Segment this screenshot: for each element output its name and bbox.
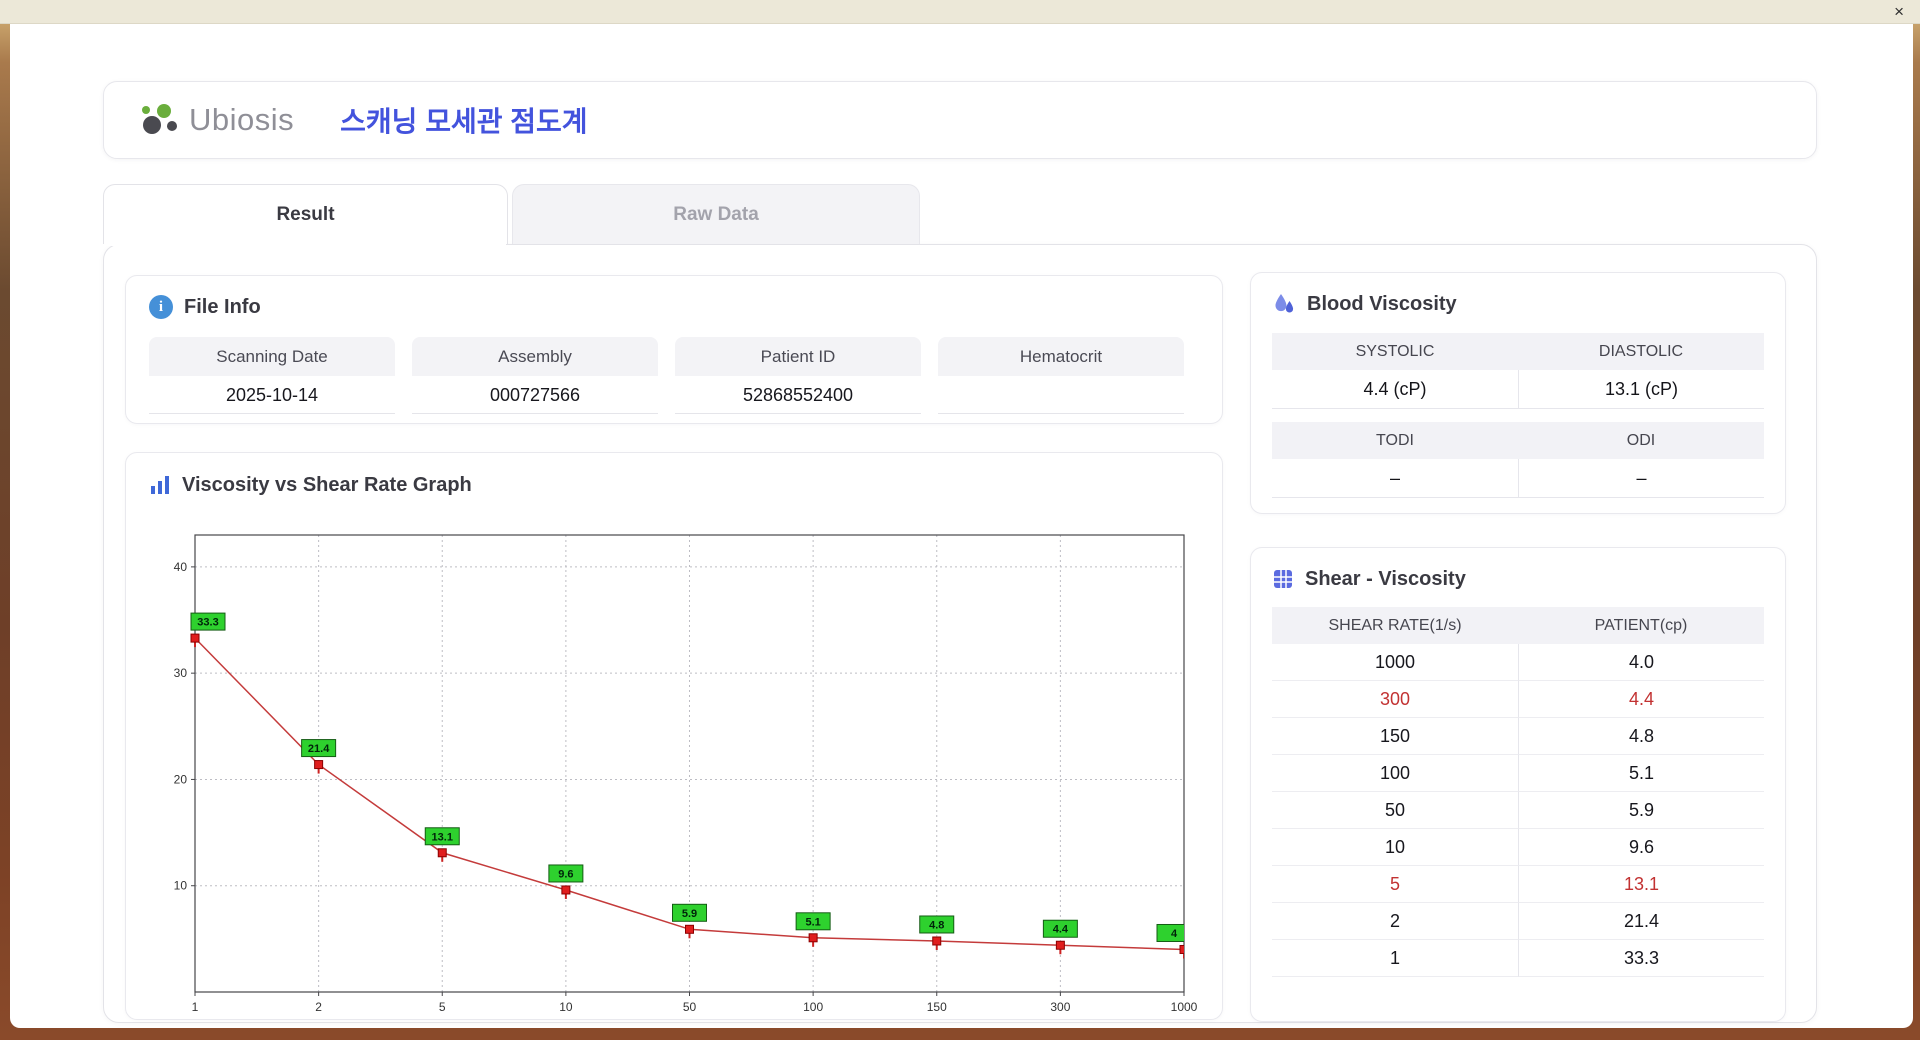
shear-rate-cell: 5 <box>1272 866 1518 903</box>
field-scanning-date: Scanning Date 2025-10-14 <box>149 337 395 414</box>
logo-text: Ubiosis <box>189 102 295 137</box>
ubiosis-logo-icon <box>142 104 177 134</box>
field-label: Patient ID <box>675 337 921 376</box>
odi-value: – <box>1518 459 1764 498</box>
systolic-header: SYSTOLIC <box>1272 333 1518 370</box>
tab-raw-data[interactable]: Raw Data <box>512 184 920 244</box>
svg-text:21.4: 21.4 <box>308 743 330 755</box>
patient-cell: 5.1 <box>1518 755 1764 792</box>
file-info-title: File Info <box>184 295 261 318</box>
svg-text:10: 10 <box>559 1000 573 1014</box>
shear-rate-cell: 1 <box>1272 940 1518 977</box>
shear-viscosity-card: Shear - Viscosity SHEAR RATE(1/s) PATIEN… <box>1250 547 1786 1022</box>
patient-cell: 13.1 <box>1518 866 1764 903</box>
field-value: 2025-10-14 <box>149 376 395 414</box>
app-window: Ubiosis 스캐닝 모세관 점도계 Result Raw Data i Fi… <box>10 24 1913 1028</box>
patient-cell: 33.3 <box>1518 940 1764 977</box>
shear-rate-cell: 50 <box>1272 792 1518 829</box>
field-label: Scanning Date <box>149 337 395 376</box>
result-panel: i File Info Scanning Date 2025-10-14 Ass… <box>103 244 1817 1023</box>
blood-viscosity-table: SYSTOLIC DIASTOLIC 4.4 (cP) 13.1 (cP) TO… <box>1272 333 1764 498</box>
graph-card: Viscosity vs Shear Rate Graph 1 2 5 10 50 100… <box>125 452 1223 1020</box>
shear-rate-cell: 2 <box>1272 903 1518 940</box>
diastolic-value: 13.1 (cP) <box>1518 370 1764 409</box>
shear-viscosity-table: SHEAR RATE(1/s) PATIENT(cp) 1000 4.0 300… <box>1272 607 1764 977</box>
shear-rate-cell: 100 <box>1272 755 1518 792</box>
window-titlebar: × <box>0 0 1920 24</box>
shear-rate-cell: 10 <box>1272 829 1518 866</box>
page-title: 스캐닝 모세관 점도계 <box>340 106 588 137</box>
svg-text:4.8: 4.8 <box>929 919 944 931</box>
shear-rate-cell: 1000 <box>1272 644 1518 681</box>
diastolic-header: DIASTOLIC <box>1518 333 1764 370</box>
field-hematocrit: Hematocrit <box>938 337 1184 414</box>
patient-cell: 4.4 <box>1518 681 1764 718</box>
patient-column-header: PATIENT(cp) <box>1518 607 1764 644</box>
svg-text:5.9: 5.9 <box>682 908 697 920</box>
odi-header: ODI <box>1518 422 1764 459</box>
svg-text:300: 300 <box>1050 1000 1070 1014</box>
svg-text:5: 5 <box>439 1000 446 1014</box>
shear-rate-cell: 150 <box>1272 718 1518 755</box>
tab-result-label: Result <box>276 203 335 225</box>
tab-bar: Result Raw Data <box>103 184 1817 246</box>
blood-drop-icon <box>1275 294 1294 313</box>
svg-text:100: 100 <box>803 1000 823 1014</box>
svg-text:30: 30 <box>174 666 188 680</box>
tab-result[interactable]: Result <box>103 184 508 246</box>
field-value <box>938 376 1184 414</box>
graph-title: Viscosity vs Shear Rate Graph <box>182 473 472 496</box>
file-info-card: i File Info Scanning Date 2025-10-14 Ass… <box>125 275 1223 424</box>
shear-viscosity-title: Shear - Viscosity <box>1305 567 1466 590</box>
field-value: 52868552400 <box>675 376 921 414</box>
patient-cell: 4.8 <box>1518 718 1764 755</box>
svg-text:50: 50 <box>683 1000 697 1014</box>
svg-text:20: 20 <box>174 772 188 786</box>
svg-text:5.1: 5.1 <box>805 916 820 928</box>
field-value: 000727566 <box>412 376 658 414</box>
svg-text:1000: 1000 <box>1171 1000 1198 1014</box>
svg-text:1: 1 <box>192 1000 199 1014</box>
close-icon[interactable]: × <box>1894 3 1904 20</box>
svg-text:33.3: 33.3 <box>197 617 218 629</box>
info-icon: i <box>149 295 173 319</box>
patient-cell: 9.6 <box>1518 829 1764 866</box>
svg-text:2: 2 <box>315 1000 322 1014</box>
svg-text:4: 4 <box>1171 928 1178 940</box>
svg-text:9.6: 9.6 <box>558 868 573 880</box>
patient-cell: 4.0 <box>1518 644 1764 681</box>
shear-rate-column-header: SHEAR RATE(1/s) <box>1272 607 1518 644</box>
blood-viscosity-title: Blood Viscosity <box>1307 292 1457 315</box>
svg-text:13.1: 13.1 <box>432 831 453 843</box>
todi-value: – <box>1272 459 1518 498</box>
patient-cell: 21.4 <box>1518 903 1764 940</box>
field-label: Assembly <box>412 337 658 376</box>
svg-text:4.4: 4.4 <box>1053 924 1069 936</box>
field-label: Hematocrit <box>938 337 1184 376</box>
field-assembly: Assembly 000727566 <box>412 337 658 414</box>
tab-raw-data-label: Raw Data <box>673 203 759 225</box>
svg-text:150: 150 <box>927 1000 947 1014</box>
patient-cell: 5.9 <box>1518 792 1764 829</box>
viscosity-chart: 1 2 5 10 50 100 150 300 1000 10 20 30 40 33.3 21.4 13.1… <box>174 534 1198 1014</box>
table-grid-icon <box>1274 570 1292 588</box>
blood-viscosity-card: Blood Viscosity SYSTOLIC DIASTOLIC 4.4 (… <box>1250 272 1786 514</box>
todi-header: TODI <box>1272 422 1518 459</box>
svg-text:10: 10 <box>174 879 188 893</box>
ubiosis-logo: Ubiosis <box>138 100 294 140</box>
shear-rate-cell: 300 <box>1272 681 1518 718</box>
bar-chart-icon <box>151 476 169 494</box>
systolic-value: 4.4 (cP) <box>1272 370 1518 409</box>
app-header: Ubiosis 스캐닝 모세관 점도계 <box>103 81 1817 159</box>
field-patient-id: Patient ID 52868552400 <box>675 337 921 414</box>
svg-text:40: 40 <box>174 560 188 574</box>
